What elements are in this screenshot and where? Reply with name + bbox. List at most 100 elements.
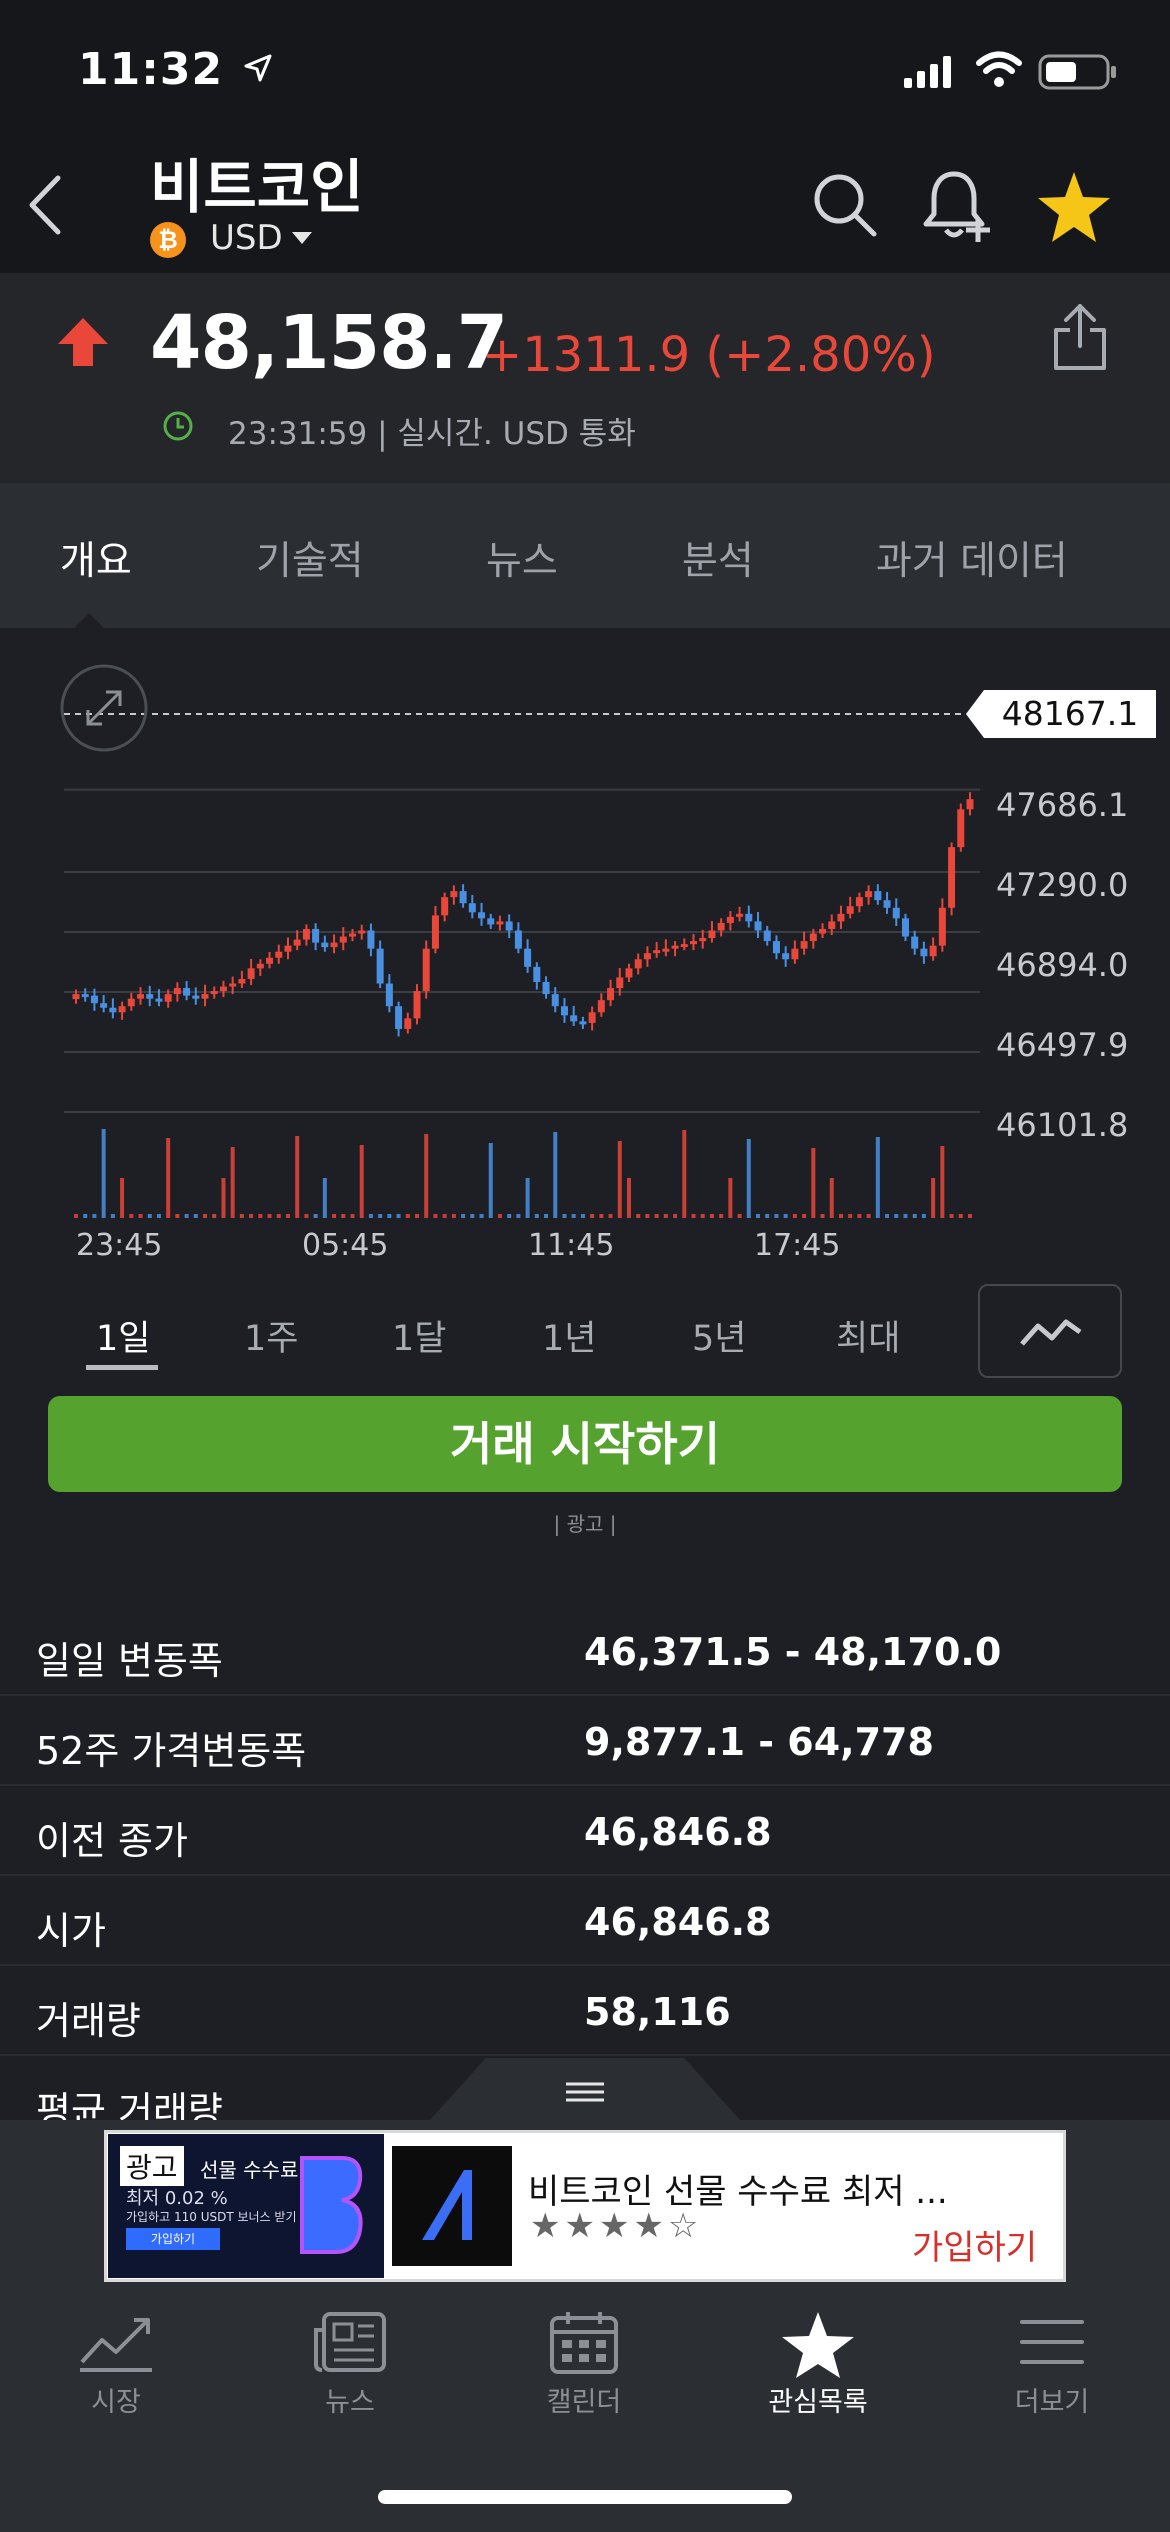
candle-body xyxy=(911,936,919,949)
volume-bar xyxy=(101,1129,106,1218)
ad-rating-stars: ★★★★☆ xyxy=(530,2206,703,2246)
candle-body xyxy=(413,991,421,1019)
volume-bar xyxy=(617,1141,622,1218)
last-price: 48,158.7 xyxy=(150,300,508,386)
nav-market[interactable] xyxy=(26,2310,206,2378)
volume-bar xyxy=(709,1214,714,1218)
volume-bar xyxy=(470,1214,475,1218)
candle-body xyxy=(284,945,292,952)
candle-body xyxy=(699,938,707,942)
tab-historical-data[interactable]: 과거 데이터 xyxy=(876,530,1068,586)
tab-technical[interactable]: 기술적 xyxy=(256,530,364,586)
volume-bar xyxy=(811,1148,816,1218)
candle-body xyxy=(487,918,495,925)
ad-thumb-button[interactable]: 가입하기 xyxy=(126,2228,220,2250)
x-tick-label: 05:45 xyxy=(302,1228,389,1263)
range-1w[interactable]: 1주 xyxy=(244,1310,298,1361)
candle-body xyxy=(653,950,661,954)
volume-bar xyxy=(645,1214,650,1218)
nav-more[interactable] xyxy=(962,2310,1142,2378)
volume-bar xyxy=(193,1214,198,1218)
candle-body xyxy=(395,1006,403,1029)
stat-value: 9,877.1 - 64,778 xyxy=(584,1720,934,1764)
star-icon xyxy=(782,2312,854,2378)
chart-type-button[interactable] xyxy=(978,1284,1122,1378)
volume-bar xyxy=(341,1214,346,1218)
cellular-signal-icon xyxy=(904,56,951,88)
add-alert-bell-icon[interactable] xyxy=(922,168,994,244)
back-chevron-icon[interactable] xyxy=(22,172,68,238)
last-price-tag-pointer xyxy=(966,690,984,738)
x-tick-label: 23:45 xyxy=(76,1228,163,1263)
nav-news-label[interactable]: 뉴스 xyxy=(260,2380,440,2419)
volume-bar xyxy=(636,1214,641,1218)
tab-news[interactable]: 뉴스 xyxy=(486,530,558,586)
home-indicator xyxy=(378,2490,792,2504)
candle-body xyxy=(772,941,780,954)
line-chart-icon xyxy=(1020,1319,1082,1346)
volume-bar xyxy=(608,1214,613,1218)
share-icon[interactable] xyxy=(1052,302,1108,372)
volume-bar xyxy=(544,1214,549,1218)
page-title: 비트코인 xyxy=(150,153,364,221)
volume-bar xyxy=(276,1214,281,1218)
range-1d[interactable]: 1일 xyxy=(96,1310,150,1361)
nav-watchlist[interactable] xyxy=(728,2310,908,2384)
x-tick-label: 17:45 xyxy=(754,1228,841,1263)
range-max[interactable]: 최대 xyxy=(836,1310,900,1361)
drag-handle-icon[interactable] xyxy=(562,2080,608,2104)
tab-analysis[interactable]: 분석 xyxy=(682,530,754,586)
volume-bar xyxy=(590,1214,595,1218)
stat-label: 52주 가격변동폭 xyxy=(36,1729,307,1773)
nav-news[interactable] xyxy=(260,2310,440,2378)
search-icon[interactable] xyxy=(812,172,878,238)
volume-bar xyxy=(249,1214,254,1218)
candle-body xyxy=(726,916,734,923)
stat-label: 일일 변동폭 xyxy=(36,1639,223,1683)
candle-body xyxy=(275,951,283,958)
ad-app-logo[interactable] xyxy=(392,2146,512,2266)
candle-body xyxy=(680,944,688,948)
nav-more-label[interactable]: 더보기 xyxy=(962,2380,1142,2419)
candle-body xyxy=(819,928,827,934)
tab-overview[interactable]: 개요 xyxy=(60,530,132,586)
nav-market-label[interactable]: 시장 xyxy=(26,2380,206,2419)
ad-thumb-caption: 가입하고 110 USDT 보너스 받기 xyxy=(126,2210,297,2224)
volume-bar xyxy=(350,1214,355,1218)
ad-signup-link[interactable]: 가입하기 xyxy=(912,2220,1037,2269)
candle-body xyxy=(385,983,393,1007)
volume-bar xyxy=(875,1137,880,1218)
candle-body xyxy=(551,994,559,1007)
start-trading-button[interactable]: 거래 시작하기 xyxy=(48,1396,1122,1492)
candle-body xyxy=(966,799,974,810)
candle-body xyxy=(478,912,486,919)
candle-body xyxy=(579,1021,587,1025)
expand-chart-icon[interactable] xyxy=(60,664,148,752)
range-1y[interactable]: 1년 xyxy=(542,1310,596,1361)
currency-selector[interactable]: USD xyxy=(210,218,283,258)
range-1m[interactable]: 1달 xyxy=(392,1310,446,1361)
volume-bar xyxy=(553,1132,558,1218)
nav-calendar[interactable] xyxy=(494,2310,674,2378)
candle-body xyxy=(846,906,854,914)
volume-bar xyxy=(442,1214,447,1218)
caret-down-icon[interactable] xyxy=(292,232,312,244)
volume-bar xyxy=(221,1178,226,1218)
candle-body xyxy=(865,891,873,898)
watchlist-star-icon[interactable] xyxy=(1036,170,1112,244)
nav-calendar-label[interactable]: 캘린더 xyxy=(494,2380,674,2419)
candle-body xyxy=(542,981,550,995)
ad-label: | 광고 | xyxy=(553,1512,617,1536)
candle-body xyxy=(450,891,458,898)
volume-bar xyxy=(313,1214,318,1218)
volume-bar xyxy=(433,1214,438,1218)
calendar-icon xyxy=(550,2312,618,2374)
range-5y[interactable]: 5년 xyxy=(692,1310,746,1361)
candle-body xyxy=(127,998,135,1007)
y-tick-label: 46894.0 xyxy=(996,946,1129,984)
volume-bar xyxy=(949,1214,954,1218)
volume-bar xyxy=(267,1214,272,1218)
clock-icon xyxy=(163,411,193,441)
volume-bar xyxy=(691,1214,696,1218)
nav-watchlist-label[interactable]: 관심목록 xyxy=(728,2380,908,2419)
